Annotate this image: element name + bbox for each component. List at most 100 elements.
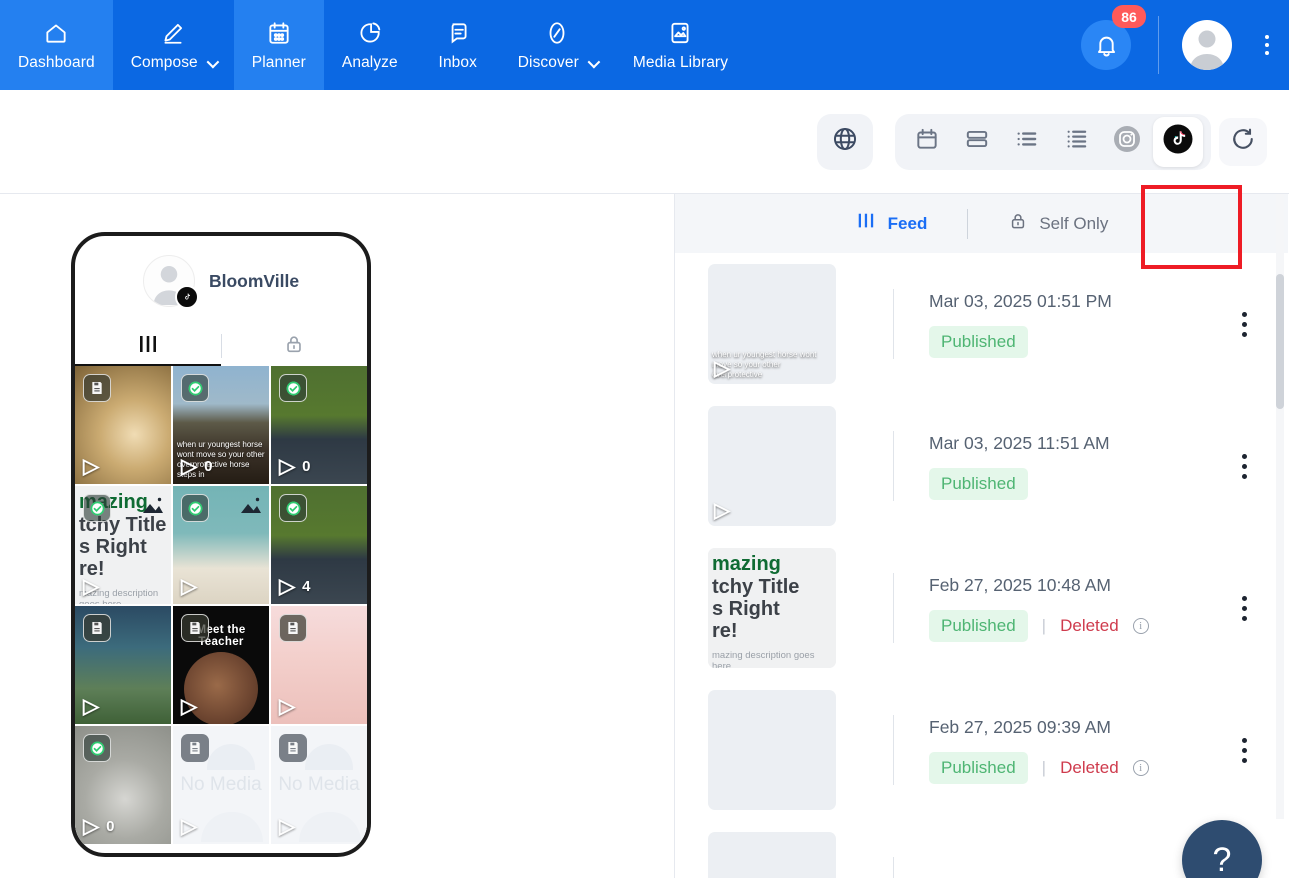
- row-thumbnail[interactable]: mazing tchy Title s Right re! mazing des…: [708, 548, 836, 668]
- grid-cell[interactable]: ▷ 4: [271, 486, 367, 604]
- nav-item-inbox-label: Inbox: [438, 54, 477, 71]
- play-icon: ▷: [181, 815, 198, 838]
- row-divider: [893, 715, 894, 785]
- view-calendar-button[interactable]: [903, 120, 951, 164]
- grid-cell[interactable]: ▷: [75, 366, 171, 484]
- instagram-icon: [1112, 124, 1142, 159]
- nav-overflow-menu-icon[interactable]: [1255, 0, 1289, 90]
- feed-grid-icon: [855, 211, 877, 236]
- nav-item-compose-label: Compose: [130, 54, 220, 72]
- row-thumbnail[interactable]: ▷: [708, 406, 836, 526]
- play-count: ▷ 0: [279, 456, 311, 477]
- tab-feed[interactable]: Feed: [815, 211, 968, 236]
- refresh-icon: [1229, 125, 1257, 158]
- refresh-button[interactable]: [1219, 117, 1267, 166]
- grid-cell[interactable]: ▷: [75, 606, 171, 724]
- preview-tab-feed[interactable]: [75, 326, 221, 366]
- row-menu-button[interactable]: [1222, 311, 1266, 337]
- draft-badge-icon: [279, 734, 307, 762]
- preview-tab-self-only[interactable]: [222, 326, 368, 366]
- row-menu-button[interactable]: [1222, 737, 1266, 763]
- compose-text: Compose: [130, 54, 198, 71]
- row-details: Mar 03, 2025 11:51 AM Published: [929, 433, 1222, 500]
- view-instagram-button[interactable]: [1103, 120, 1151, 164]
- title-card-line1: mazing: [712, 553, 781, 575]
- phone-mockup: BloomVille ▷ when ur youngest horse wont…: [71, 232, 371, 857]
- play-icon: ▷: [714, 499, 731, 522]
- nav-item-compose[interactable]: Compose: [113, 0, 234, 90]
- nav-item-media-library[interactable]: Media Library: [615, 0, 746, 90]
- lock-icon: [1008, 210, 1028, 237]
- play-icon: ▷: [279, 815, 296, 838]
- published-badge-icon: [181, 494, 209, 522]
- no-media-label: No Media: [180, 774, 262, 795]
- profile-handle: BloomVille: [208, 270, 300, 291]
- row-date: Feb 27, 2025 09:39 AM: [929, 716, 1111, 737]
- play-icon-wrap: ▷: [714, 500, 730, 521]
- view-stacked-rows-button[interactable]: [953, 120, 1001, 164]
- grid-cell[interactable]: No Media ▷: [271, 726, 367, 844]
- view-list-button[interactable]: [1003, 120, 1051, 164]
- draft-badge-icon: [83, 614, 111, 642]
- table-row[interactable]: ▷ Mar 03, 2025 11:51 AM Published: [675, 395, 1288, 537]
- row-thumbnail[interactable]: when ur youngest horse wont move so your…: [708, 264, 836, 384]
- nav-item-analyze[interactable]: Analyze: [324, 0, 416, 90]
- grid-cell[interactable]: ▷ 0: [75, 726, 171, 844]
- play-icon: ▷: [181, 695, 198, 718]
- placeholder-shape: [207, 744, 255, 770]
- home-icon: [43, 18, 69, 48]
- tab-self-only[interactable]: Self Only: [968, 210, 1148, 237]
- published-badge-icon: [279, 494, 307, 522]
- grid-cell[interactable]: ▷ 0: [271, 366, 367, 484]
- placeholder-shape: [201, 812, 263, 842]
- row-status: Published: [929, 325, 1222, 358]
- tab-feed-label: Feed: [887, 213, 928, 233]
- view-toolbar: [0, 90, 1289, 269]
- row-menu-button[interactable]: [1222, 453, 1266, 479]
- grid-cell[interactable]: Meet the Teacher ▷: [173, 606, 269, 724]
- scrollbar-thumb[interactable]: [1276, 274, 1284, 409]
- detailed-list-view-icon: [1064, 126, 1090, 157]
- row-menu-button[interactable]: [1222, 595, 1266, 621]
- grid-cell[interactable]: No Media ▷: [173, 726, 269, 844]
- grid-cell[interactable]: mazing tchy Title s Right re! mazing des…: [75, 486, 171, 604]
- info-icon[interactable]: i: [1132, 759, 1149, 776]
- image-icon: [667, 18, 693, 48]
- nav-item-inbox[interactable]: Inbox: [416, 0, 500, 90]
- play-icon: ▷: [714, 357, 731, 380]
- row-details: Feb 27, 2025 10:48 AM Published | Delete…: [929, 575, 1222, 642]
- grid-cell[interactable]: ▷: [271, 606, 367, 724]
- placeholder-shape: [299, 812, 361, 842]
- info-icon[interactable]: i: [1132, 617, 1149, 634]
- nav-item-discover[interactable]: Discover: [500, 0, 615, 90]
- row-thumbnail[interactable]: [708, 832, 836, 878]
- notifications-button[interactable]: 86: [1054, 0, 1158, 90]
- draft-badge-icon: [83, 374, 111, 402]
- chevron-down-icon: [206, 55, 220, 68]
- chevron-down-icon: [587, 55, 601, 68]
- nav-item-analyze-label: Analyze: [341, 54, 398, 71]
- row-status: Published: [929, 467, 1222, 500]
- grid-cell[interactable]: ▷: [173, 486, 269, 604]
- play-count-value: 0: [106, 818, 115, 835]
- view-detailed-list-button[interactable]: [1053, 120, 1101, 164]
- row-divider: [893, 857, 894, 878]
- view-tiktok-button[interactable]: [1153, 116, 1203, 167]
- user-avatar-button[interactable]: [1159, 0, 1255, 90]
- globe-button[interactable]: [817, 113, 873, 170]
- nav-item-planner[interactable]: Planner: [233, 0, 324, 90]
- row-details: Feb 27, 2025 09:39 AM Published | Delete…: [929, 717, 1222, 784]
- nav-item-dashboard[interactable]: Dashboard: [0, 0, 113, 90]
- row-thumbnail[interactable]: [708, 690, 836, 810]
- grid-cell[interactable]: when ur youngest horse wont move so your…: [173, 366, 269, 484]
- table-row[interactable]: Feb 27, 2025 09:39 AM Published | Delete…: [675, 679, 1288, 821]
- calendar-icon: [266, 18, 292, 48]
- table-row[interactable]: when ur youngest horse wont move so your…: [675, 253, 1288, 395]
- nav-item-planner-label: Planner: [251, 54, 306, 71]
- nav-item-media-library-label: Media Library: [632, 54, 729, 71]
- view-switcher-group: [895, 113, 1211, 170]
- tab-self-only-label: Self Only: [1039, 213, 1109, 233]
- table-row[interactable]: mazing tchy Title s Right re! mazing des…: [675, 537, 1288, 679]
- globe-icon: [831, 125, 859, 158]
